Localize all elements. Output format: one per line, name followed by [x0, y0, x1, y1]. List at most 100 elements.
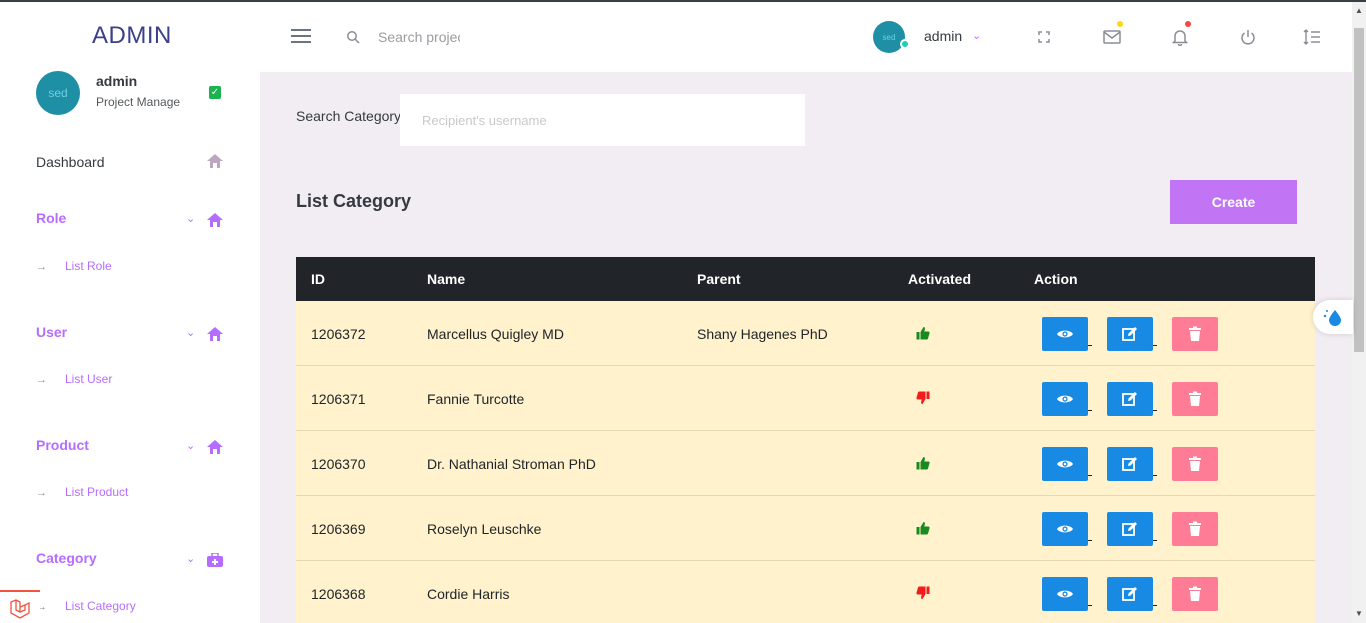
- column-header-parent: Parent: [697, 271, 741, 287]
- scroll-up-icon[interactable]: ▲: [1355, 6, 1363, 15]
- format-line-spacing-icon[interactable]: [1303, 28, 1321, 46]
- power-icon[interactable]: [1239, 28, 1257, 46]
- column-header-name: Name: [427, 271, 466, 287]
- table-row: 1206370 Dr. Nathanial Stroman PhD: [296, 431, 1315, 496]
- view-button[interactable]: [1042, 512, 1088, 546]
- profile-avatar[interactable]: sed: [36, 71, 80, 115]
- cell-name: Dr. Nathanial Stroman PhD: [427, 456, 596, 472]
- sidebar-item-role[interactable]: Role: [36, 210, 66, 226]
- theme-settings-button[interactable]: [1313, 300, 1353, 334]
- window-top-border: [0, 0, 1366, 2]
- edit-icon: [1122, 392, 1137, 406]
- menu-toggle-icon[interactable]: [291, 29, 311, 43]
- cell-id: 1206372: [311, 326, 366, 342]
- button-separator: [1088, 475, 1092, 476]
- delete-button[interactable]: [1172, 577, 1218, 611]
- chevron-down-icon[interactable]: ⌄: [186, 439, 195, 452]
- scroll-down-icon[interactable]: ▼: [1355, 609, 1363, 618]
- thumb-up-icon: [916, 457, 930, 470]
- home-icon: [207, 154, 223, 168]
- edit-icon: [1122, 522, 1137, 536]
- home-icon: [207, 327, 223, 341]
- eye-icon: [1057, 590, 1073, 598]
- category-table: ID Name Parent Activated Action 1206372 …: [296, 257, 1315, 623]
- delete-button[interactable]: [1172, 382, 1218, 416]
- edit-button[interactable]: [1107, 382, 1153, 416]
- home-icon: [207, 213, 223, 227]
- delete-button[interactable]: [1172, 512, 1218, 546]
- cell-id: 1206370: [311, 456, 366, 472]
- table-body: 1206372 Marcellus Quigley MD Shany Hagen…: [296, 301, 1315, 623]
- brand-logo[interactable]: ADMIN: [92, 22, 172, 50]
- view-button[interactable]: [1042, 577, 1088, 611]
- cell-name: Marcellus Quigley MD: [427, 326, 564, 342]
- eye-icon: [1057, 330, 1073, 338]
- chevron-down-icon[interactable]: ⌄: [186, 552, 195, 565]
- sidebar-subitem-list-product[interactable]: → List Product: [36, 485, 128, 499]
- delete-button[interactable]: [1172, 447, 1218, 481]
- cell-id: 1206369: [311, 521, 366, 537]
- laravel-debugbar-icon[interactable]: [0, 590, 40, 623]
- thumb-down-icon: [916, 391, 930, 404]
- cell-id: 1206371: [311, 391, 366, 407]
- user-dropdown[interactable]: admin: [924, 28, 962, 44]
- column-header-id: ID: [311, 271, 325, 287]
- sidebar-item-category[interactable]: Category: [36, 550, 97, 566]
- delete-button[interactable]: [1172, 317, 1218, 351]
- chevron-down-icon[interactable]: ⌄: [186, 326, 195, 339]
- arrow-right-icon: →: [36, 261, 47, 273]
- table-row: 1206372 Marcellus Quigley MD Shany Hagen…: [296, 301, 1315, 366]
- button-separator: [1153, 540, 1157, 541]
- scrollbar-thumb[interactable]: [1354, 28, 1364, 352]
- medical-bag-icon: [207, 553, 223, 567]
- sidebar-subitem-list-user[interactable]: → List User: [36, 372, 112, 386]
- sidebar-subitem-list-category[interactable]: → List Category: [36, 599, 136, 613]
- cell-name: Roselyn Leuschke: [427, 521, 542, 537]
- search-input[interactable]: [378, 26, 460, 48]
- profile-role: Project Manage: [96, 95, 181, 109]
- online-status-dot: [900, 39, 910, 49]
- email-icon[interactable]: [1103, 28, 1121, 46]
- profile-name: admin: [96, 73, 138, 89]
- notification-badge: [1185, 21, 1191, 27]
- thumb-down-icon: [916, 586, 930, 599]
- page-title: List Category: [296, 191, 412, 211]
- sidebar-item-dashboard[interactable]: Dashboard: [36, 154, 105, 170]
- page-scrollbar[interactable]: ▲ ▼: [1352, 2, 1366, 623]
- eye-icon: [1057, 460, 1073, 468]
- search-icon: [347, 31, 360, 44]
- table-row: 1206369 Roselyn Leuschke: [296, 496, 1315, 561]
- create-button[interactable]: Create: [1170, 180, 1297, 224]
- sidebar-item-user[interactable]: User: [36, 324, 67, 340]
- button-separator: [1153, 475, 1157, 476]
- sidebar: ADMIN sed admin Project Manage ✓ Dashboa…: [0, 2, 260, 623]
- trash-icon: [1189, 586, 1201, 601]
- view-button[interactable]: [1042, 382, 1088, 416]
- button-separator: [1153, 605, 1157, 606]
- view-button[interactable]: [1042, 317, 1088, 351]
- avatar[interactable]: sed: [873, 21, 905, 53]
- search-category-input[interactable]: [400, 94, 805, 146]
- table-row: 1206371 Fannie Turcotte: [296, 366, 1315, 431]
- button-separator: [1153, 345, 1157, 346]
- cell-id: 1206368: [311, 586, 366, 602]
- edit-button[interactable]: [1107, 512, 1153, 546]
- button-separator: [1088, 345, 1092, 346]
- chevron-down-icon[interactable]: ⌄: [972, 29, 981, 42]
- edit-button[interactable]: [1107, 447, 1153, 481]
- fullscreen-icon[interactable]: [1035, 28, 1053, 46]
- sidebar-item-product[interactable]: Product: [36, 437, 89, 453]
- thumb-up-icon: [916, 327, 930, 340]
- edit-button[interactable]: [1107, 317, 1153, 351]
- view-button[interactable]: [1042, 447, 1088, 481]
- bell-icon[interactable]: [1171, 28, 1189, 46]
- sidebar-subitem-list-role[interactable]: → List Role: [36, 259, 112, 273]
- search-category-label: Search Category: [296, 108, 402, 124]
- home-icon: [207, 440, 223, 454]
- top-navbar: sed admin ⌄: [260, 2, 1352, 72]
- edit-icon: [1122, 457, 1137, 471]
- edit-button[interactable]: [1107, 577, 1153, 611]
- cell-parent: Shany Hagenes PhD: [697, 326, 828, 342]
- trash-icon: [1189, 456, 1201, 471]
- chevron-down-icon[interactable]: ⌄: [186, 212, 195, 225]
